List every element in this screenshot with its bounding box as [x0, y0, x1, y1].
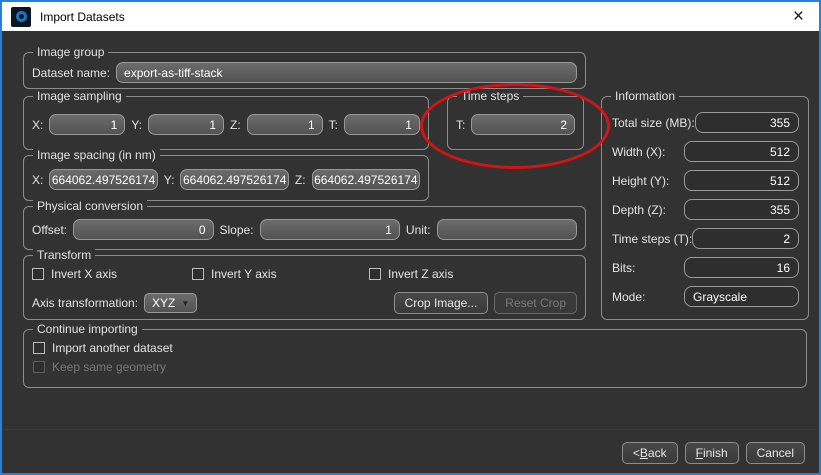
- info-label: Mode:: [612, 290, 645, 304]
- info-row-depth: Depth (Z): 355: [612, 199, 799, 220]
- info-label: Depth (Z):: [612, 203, 666, 217]
- dataset-name-label: Dataset name:: [32, 66, 110, 80]
- group-title-physical-conversion: Physical conversion: [33, 199, 147, 213]
- close-icon[interactable]: ×: [787, 7, 810, 26]
- group-image-sampling: Image sampling X: 1 Y: 1 Z: 1 T: 1: [23, 96, 429, 150]
- group-image-spacing: Image spacing (in nm) X: 664062.49752617…: [23, 155, 429, 201]
- group-information: Information Total size (MB): 355 Width (…: [601, 96, 809, 320]
- group-title-time-steps: Time steps: [457, 89, 523, 103]
- info-label: Height (Y):: [612, 174, 669, 188]
- info-row-width: Width (X): 512: [612, 141, 799, 162]
- footer-buttons: < Back Finish Cancel: [622, 442, 805, 464]
- unit-label: Unit:: [406, 223, 431, 237]
- spacing-x-input[interactable]: 664062.497526174: [49, 169, 157, 190]
- invert-y-checkbox[interactable]: Invert Y axis: [192, 267, 352, 281]
- info-row-height: Height (Y): 512: [612, 170, 799, 191]
- sampling-z-label: Z:: [230, 118, 241, 132]
- group-title-image-spacing: Image spacing (in nm): [33, 148, 160, 162]
- window-title: Import Datasets: [40, 10, 125, 24]
- finish-button[interactable]: Finish: [685, 442, 739, 464]
- depth-field: 355: [684, 199, 799, 220]
- info-row-time-steps: Time steps (T): 2: [612, 228, 799, 249]
- footer-separator: [4, 429, 817, 430]
- group-title-transform: Transform: [33, 248, 95, 262]
- unit-input[interactable]: [437, 219, 577, 240]
- offset-input[interactable]: 0: [73, 219, 213, 240]
- group-time-steps: Time steps T: 2: [447, 96, 584, 150]
- spacing-z-label: Z:: [295, 173, 306, 187]
- info-row-mode: Mode: Grayscale: [612, 286, 799, 307]
- group-physical-conversion: Physical conversion Offset: 0 Slope: 1 U…: [23, 206, 586, 250]
- group-image-group: Image group Dataset name: export-as-tiff…: [23, 52, 586, 89]
- import-datasets-dialog: Import Datasets × Image group Dataset na…: [0, 0, 821, 475]
- spacing-x-label: X:: [32, 173, 43, 187]
- info-label: Width (X):: [612, 145, 665, 159]
- group-title-continue-importing: Continue importing: [33, 322, 142, 336]
- time-steps-field: 2: [692, 228, 799, 249]
- axis-transformation-value: XYZ: [152, 296, 175, 310]
- titlebar: Import Datasets ×: [2, 2, 819, 31]
- sampling-x-input[interactable]: 1: [49, 114, 125, 135]
- dialog-body: Image group Dataset name: export-as-tiff…: [4, 33, 817, 471]
- sampling-x-label: X:: [32, 118, 43, 132]
- time-steps-t-label: T:: [456, 118, 465, 132]
- invert-z-label: Invert Z axis: [388, 267, 453, 281]
- group-continue-importing: Continue importing Import another datase…: [23, 329, 807, 388]
- sampling-t-label: T:: [329, 118, 338, 132]
- axis-transformation-label: Axis transformation:: [32, 296, 138, 310]
- slope-label: Slope:: [220, 223, 254, 237]
- import-another-dataset-checkbox[interactable]: Import another dataset: [33, 341, 173, 355]
- group-title-image-sampling: Image sampling: [33, 89, 126, 103]
- info-label: Bits:: [612, 261, 635, 275]
- slope-input[interactable]: 1: [260, 219, 400, 240]
- keep-same-geometry-label: Keep same geometry: [52, 360, 166, 374]
- checkbox-icon: [33, 361, 45, 373]
- sampling-t-input[interactable]: 1: [344, 114, 420, 135]
- reset-crop-button[interactable]: Reset Crop: [494, 292, 577, 314]
- invert-x-label: Invert X axis: [51, 267, 117, 281]
- invert-y-label: Invert Y axis: [211, 267, 277, 281]
- group-title-information: Information: [611, 89, 679, 103]
- chevron-down-icon: ▼: [181, 299, 189, 308]
- group-transform: Transform Invert X axis Invert Y axis In…: [23, 255, 586, 320]
- checkbox-icon: [192, 268, 204, 280]
- app-icon: [11, 7, 31, 27]
- info-row-bits: Bits: 16: [612, 257, 799, 278]
- keep-same-geometry-checkbox: Keep same geometry: [33, 360, 173, 374]
- height-field: 512: [684, 170, 799, 191]
- info-row-total-size: Total size (MB): 355: [612, 112, 799, 133]
- spacing-y-input[interactable]: 664062.497526174: [180, 169, 288, 190]
- sampling-z-input[interactable]: 1: [247, 114, 323, 135]
- cancel-button[interactable]: Cancel: [746, 442, 805, 464]
- crop-image-button[interactable]: Crop Image...: [394, 292, 489, 314]
- time-steps-t-input[interactable]: 2: [471, 114, 575, 135]
- spacing-z-input[interactable]: 664062.497526174: [312, 169, 420, 190]
- checkbox-icon: [32, 268, 44, 280]
- axis-transformation-dropdown[interactable]: XYZ ▼: [144, 293, 197, 313]
- blue-ring-icon: [16, 11, 27, 22]
- spacing-y-label: Y:: [164, 173, 175, 187]
- mode-field: Grayscale: [684, 286, 799, 307]
- group-title-image-group: Image group: [33, 45, 108, 59]
- sampling-y-input[interactable]: 1: [148, 114, 224, 135]
- dataset-name-input[interactable]: export-as-tiff-stack: [116, 62, 577, 83]
- invert-z-checkbox[interactable]: Invert Z axis: [369, 267, 453, 281]
- width-field: 512: [684, 141, 799, 162]
- sampling-y-label: Y:: [131, 118, 142, 132]
- invert-x-checkbox[interactable]: Invert X axis: [32, 267, 192, 281]
- back-button[interactable]: < Back: [622, 442, 678, 464]
- checkbox-icon: [369, 268, 381, 280]
- bits-field: 16: [684, 257, 799, 278]
- info-label: Total size (MB):: [612, 116, 695, 130]
- checkbox-icon: [33, 342, 45, 354]
- import-another-dataset-label: Import another dataset: [52, 341, 173, 355]
- total-size-field: 355: [695, 112, 799, 133]
- offset-label: Offset:: [32, 223, 67, 237]
- info-label: Time steps (T):: [612, 232, 692, 246]
